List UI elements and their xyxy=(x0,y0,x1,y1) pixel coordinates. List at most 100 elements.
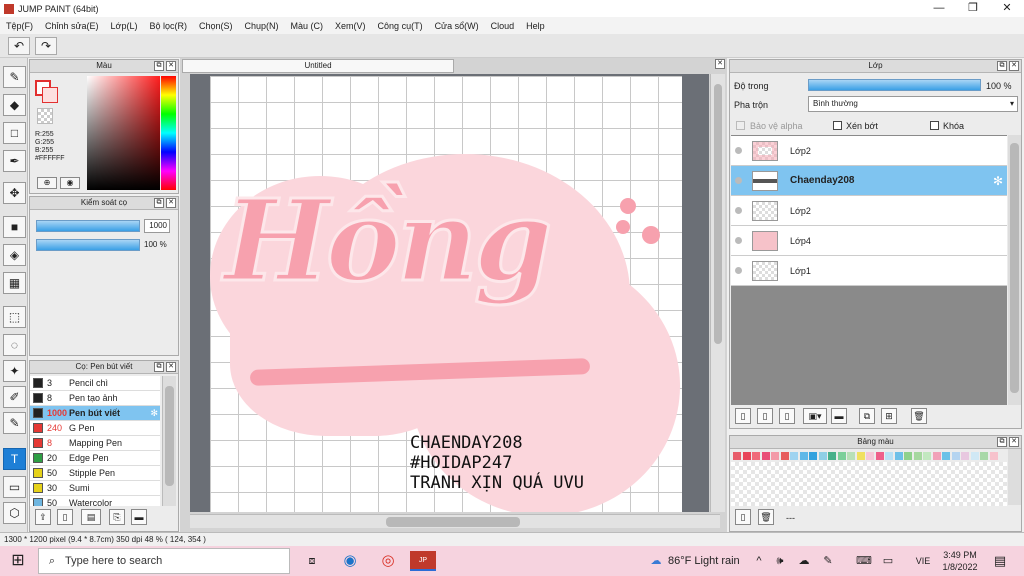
copy-brush-icon[interactable]: ⎘ xyxy=(109,509,125,525)
tray-expand-icon[interactable]: ^ xyxy=(752,551,766,571)
palette-swatch[interactable] xyxy=(733,452,741,460)
edge-browser-icon[interactable]: ◉ xyxy=(338,551,362,571)
network-icon[interactable]: ☁ xyxy=(796,551,812,571)
palette-swatch[interactable] xyxy=(847,452,855,460)
bucket-tool-icon[interactable]: ◈ xyxy=(3,244,26,266)
brush-list-item[interactable]: 50 Stipple Pen xyxy=(30,466,160,481)
palette-swatch[interactable] xyxy=(809,452,817,460)
brush-size-slider[interactable] xyxy=(36,220,140,232)
panel-close-icon[interactable]: ✕ xyxy=(166,198,176,208)
maximize-button[interactable]: ❐ xyxy=(956,0,990,17)
blend-mode-select[interactable]: Bình thường ▾ xyxy=(808,96,1018,112)
panel-float-icon[interactable]: ⧉ xyxy=(997,437,1007,447)
menu-edit[interactable]: Chỉnh sửa(E) xyxy=(39,21,105,31)
layer-visibility-toggle[interactable] xyxy=(735,267,742,274)
new-layer-icon[interactable]: ▯ xyxy=(779,408,795,424)
chrome-browser-icon[interactable]: ◎ xyxy=(376,551,400,571)
task-view-icon[interactable]: ⧈ xyxy=(300,551,324,571)
layer-opacity-slider[interactable] xyxy=(808,79,981,91)
select-rect-tool-icon[interactable]: ⬚ xyxy=(3,306,26,328)
brush-list-item[interactable]: 30 Sumi xyxy=(30,481,160,496)
rectangle-tool-icon[interactable]: □ xyxy=(3,122,26,144)
brush-list-item[interactable]: 50 Watercolor xyxy=(30,496,160,506)
undo-icon[interactable]: ↶ xyxy=(8,37,30,55)
fill-rect-tool-icon[interactable]: ■ xyxy=(3,216,26,238)
close-button[interactable]: ✕ xyxy=(990,0,1024,17)
palette-swatch[interactable] xyxy=(818,452,827,460)
palette-swatch[interactable] xyxy=(989,452,998,460)
canvas-horizontal-scrollbar[interactable] xyxy=(190,514,720,528)
layer-row[interactable]: Lớp1 xyxy=(731,256,1007,286)
new-layer-icon[interactable]: ▯ xyxy=(757,408,773,424)
palette-swatch[interactable] xyxy=(961,452,969,460)
gradient-tool-icon[interactable]: ▦ xyxy=(3,272,26,294)
panel-float-icon[interactable]: ⧉ xyxy=(997,61,1007,71)
layer-row[interactable]: Chaenday208 ✻ xyxy=(731,166,1007,196)
weather-text[interactable]: 86°F Light rain xyxy=(668,551,748,571)
panel-float-icon[interactable]: ⧉ xyxy=(154,362,164,372)
merge-layer-icon[interactable]: ⊞ xyxy=(881,408,897,424)
pen-tool-icon[interactable]: ✒ xyxy=(3,150,26,172)
palette-swatch[interactable] xyxy=(894,452,903,460)
minimize-button[interactable]: — xyxy=(922,0,956,17)
protect-alpha-checkbox[interactable] xyxy=(736,121,745,130)
palette-swatch[interactable] xyxy=(742,452,751,460)
palette-swatch[interactable] xyxy=(980,452,988,460)
frame-tool-icon[interactable]: ▭ xyxy=(3,476,26,498)
palette-swatch[interactable] xyxy=(932,452,941,460)
secondary-color-swatch[interactable] xyxy=(42,87,58,103)
panel-close-icon[interactable]: ✕ xyxy=(1009,61,1019,71)
brush-opacity-slider[interactable] xyxy=(36,239,140,251)
brush-upload-icon[interactable]: ⇪ xyxy=(35,509,51,525)
clock[interactable]: 3:49 PM 1/8/2022 xyxy=(938,549,982,573)
clip-checkbox[interactable] xyxy=(833,121,842,130)
palette-swatch[interactable] xyxy=(866,452,874,460)
menu-capture[interactable]: Chụp(N) xyxy=(239,21,285,31)
panel-float-icon[interactable]: ⧉ xyxy=(154,198,164,208)
redo-icon[interactable]: ↷ xyxy=(35,37,57,55)
pen-tray-icon[interactable]: ✎ xyxy=(820,551,836,571)
brush-size-field[interactable]: 1000 xyxy=(144,219,170,233)
gear-icon[interactable]: ✻ xyxy=(993,174,1003,188)
palette-swatch[interactable] xyxy=(837,452,846,460)
palette-swatch[interactable] xyxy=(904,452,912,460)
battery-icon[interactable]: ▭ xyxy=(880,551,896,571)
menu-help[interactable]: Help xyxy=(520,21,551,31)
panel-float-icon[interactable]: ⧉ xyxy=(154,61,164,71)
brush-list-item[interactable]: 20 Edge Pen xyxy=(30,451,160,466)
magic-wand-tool-icon[interactable]: ✦ xyxy=(3,360,26,382)
volume-icon[interactable]: 🕪 xyxy=(772,551,788,571)
transparent-color-swatch[interactable] xyxy=(37,108,53,124)
palette-swatch[interactable] xyxy=(771,452,779,460)
select-eraser-tool-icon[interactable]: ✎ xyxy=(3,412,26,434)
layer-row[interactable]: Lớp2 xyxy=(731,136,1007,166)
palette-swatch[interactable] xyxy=(942,452,950,460)
palette-swatch[interactable] xyxy=(761,452,770,460)
brush-list-item[interactable]: 1000 Pen bút viết ✻ xyxy=(30,406,160,421)
new-swatch-icon[interactable]: ▯ xyxy=(735,509,751,525)
brush-options-icon[interactable]: ▤ xyxy=(81,509,101,525)
select-pen-tool-icon[interactable]: ✐ xyxy=(3,386,26,408)
palette-swatch[interactable] xyxy=(875,452,884,460)
panel-close-icon[interactable]: ✕ xyxy=(166,362,176,372)
windows-start-icon[interactable]: ⊞ xyxy=(6,551,30,571)
eraser-tool-icon[interactable]: ◆ xyxy=(3,94,26,116)
new-layer-icon[interactable]: ▯ xyxy=(735,408,751,424)
menu-filter[interactable]: Bộ lọc(R) xyxy=(143,21,193,31)
brush-list-scrollbar[interactable] xyxy=(162,376,176,506)
language-indicator[interactable]: VIE xyxy=(912,551,934,571)
menu-layer[interactable]: Lớp(L) xyxy=(105,21,144,31)
layer-options-icon[interactable]: ▣▾ xyxy=(803,408,827,424)
taskbar-search-input[interactable]: Type here to search xyxy=(38,548,290,574)
palette-swatch[interactable] xyxy=(790,452,798,460)
layer-visibility-toggle[interactable] xyxy=(735,237,742,244)
brush-list-item[interactable]: 240 G Pen xyxy=(30,421,160,436)
jump-paint-taskbar-icon[interactable]: JP xyxy=(410,551,436,571)
document-close-icon[interactable]: ✕ xyxy=(715,59,725,69)
palette-swatch[interactable] xyxy=(799,452,808,460)
document-tab[interactable]: Untitled xyxy=(182,59,454,73)
palette-swatch[interactable] xyxy=(828,452,836,460)
delete-layer-icon[interactable]: 🗑 xyxy=(911,408,927,424)
palette-swatch[interactable] xyxy=(780,452,789,460)
layer-visibility-toggle[interactable] xyxy=(735,177,742,184)
